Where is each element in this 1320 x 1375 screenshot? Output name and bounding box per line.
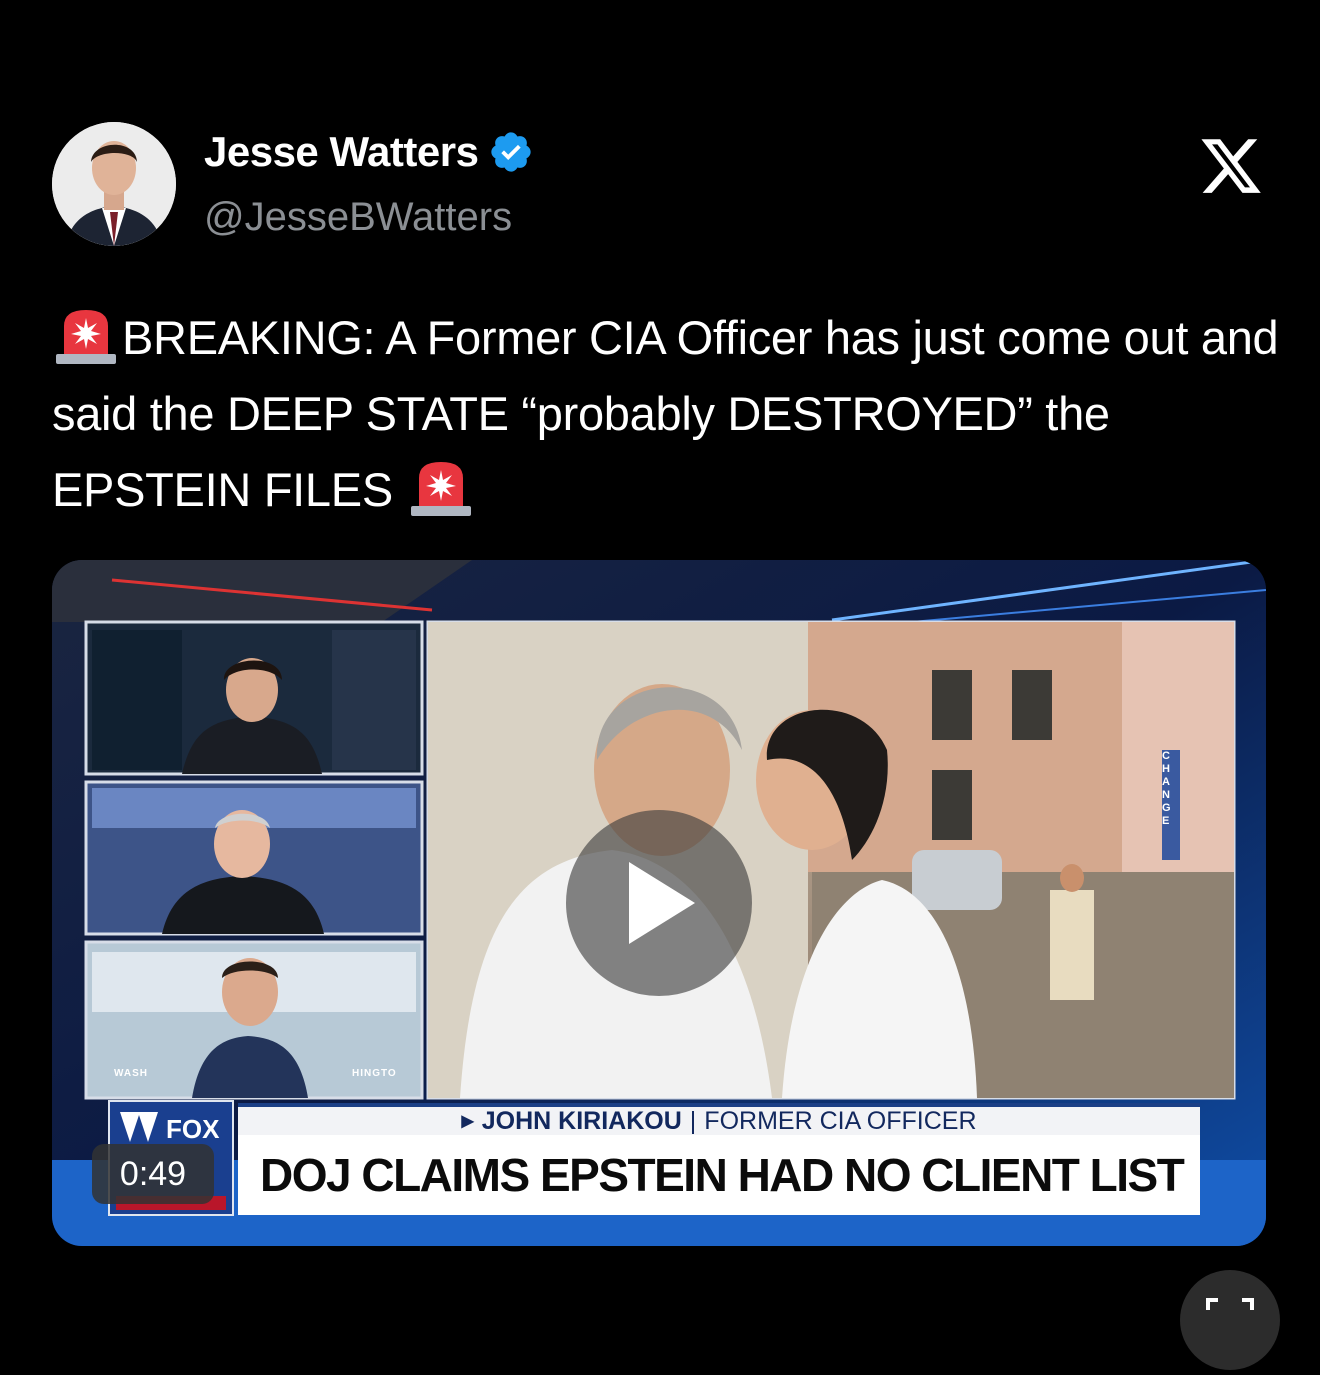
- chyron-headline: DOJ CLAIMS EPSTEIN HAD NO CLIENT LIST: [238, 1135, 1200, 1215]
- expand-button[interactable]: [1180, 1270, 1280, 1370]
- lower-third-banner: ▶ JOHN KIRIAKOU | FORMER CIA OFFICER DOJ…: [238, 1103, 1200, 1215]
- chyron-arrow-icon: ▶: [461, 1113, 474, 1130]
- tweet-body: BREAKING: A Former CIA Officer has just …: [52, 311, 1279, 516]
- author-display-name[interactable]: Jesse Watters: [204, 126, 479, 178]
- panel-location-right: HINGTO: [352, 1068, 397, 1079]
- police-light-emoji-icon: [56, 310, 116, 364]
- x-logo-icon[interactable]: [1198, 133, 1264, 199]
- play-icon: [629, 862, 695, 944]
- verified-badge-icon: [491, 132, 532, 172]
- guest-name: JOHN KIRIAKOU: [481, 1106, 682, 1135]
- police-light-emoji-icon: [410, 462, 471, 516]
- tweet-text: BREAKING: A Former CIA Officer has just …: [52, 300, 1282, 528]
- play-button[interactable]: [566, 810, 752, 996]
- guest-title: FORMER CIA OFFICER: [704, 1106, 977, 1135]
- svg-text:FOX: FOX: [166, 1114, 220, 1144]
- video-duration: 0:49: [92, 1144, 214, 1204]
- author-avatar[interactable]: [52, 122, 176, 246]
- chyron-name-strip: ▶ JOHN KIRIAKOU | FORMER CIA OFFICER: [238, 1103, 1200, 1135]
- author-name-row: Jesse Watters: [204, 126, 534, 178]
- expand-icon: [1206, 1298, 1254, 1310]
- building-sign: CHANGE: [1162, 750, 1172, 827]
- chyron-separator: |: [689, 1106, 697, 1135]
- author-handle[interactable]: @JesseBWatters: [204, 192, 512, 242]
- panel-location-left: WASH: [114, 1068, 148, 1079]
